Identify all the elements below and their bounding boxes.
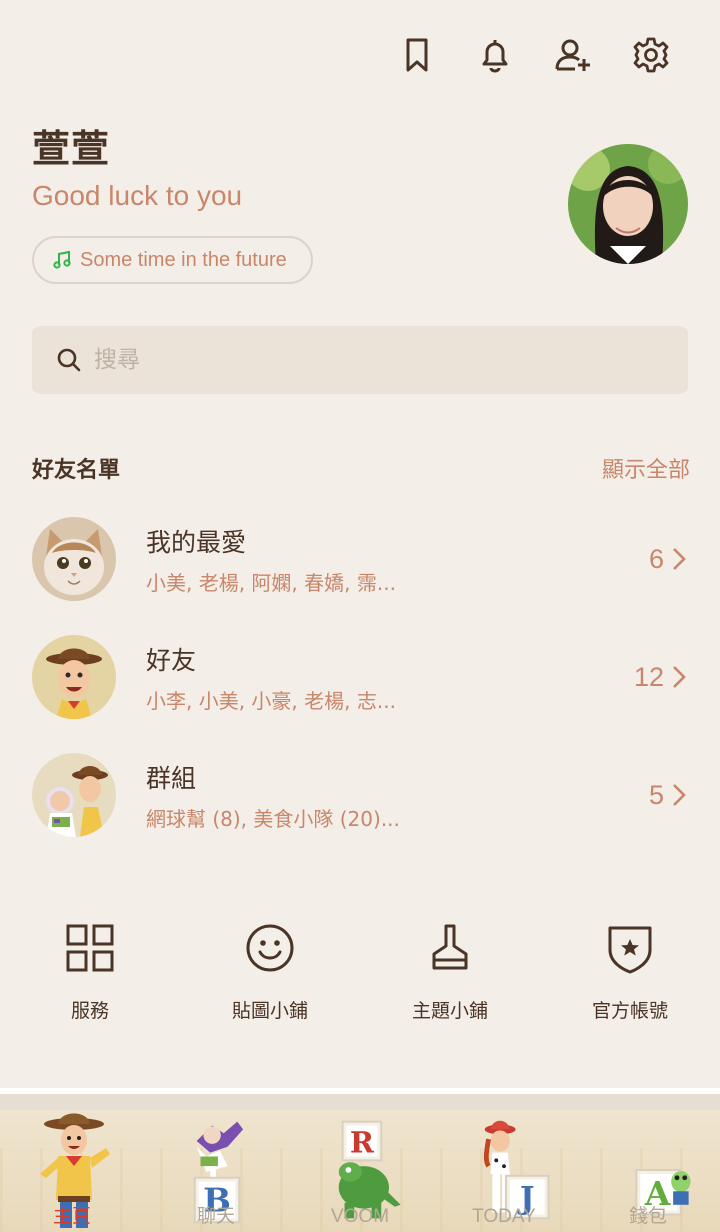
services-button[interactable]: 服務 bbox=[0, 920, 180, 1023]
tab-label: TODAY bbox=[472, 1206, 536, 1227]
service-label: 服務 bbox=[70, 1000, 109, 1022]
tab-voom[interactable]: R VOOM bbox=[288, 1112, 432, 1228]
list-item-friends[interactable]: 好友 小李, 小美, 小豪, 老楊, 志... 12 bbox=[0, 618, 720, 736]
grid-icon bbox=[66, 924, 114, 972]
bookmark-icon[interactable] bbox=[378, 30, 456, 80]
tab-chats[interactable]: B 聊天 bbox=[144, 1112, 288, 1228]
bell-icon[interactable] bbox=[456, 30, 534, 80]
list-item-count: 6 bbox=[649, 544, 688, 575]
svg-text:R: R bbox=[350, 1126, 375, 1160]
brush-icon bbox=[432, 924, 468, 970]
profile-music-button[interactable]: Some time in the future bbox=[32, 236, 313, 284]
count-value: 5 bbox=[648, 779, 664, 810]
official-accounts-button[interactable]: 官方帳號 bbox=[540, 920, 720, 1023]
count-value: 6 bbox=[648, 543, 664, 574]
chevron-right-icon bbox=[673, 548, 686, 570]
theme-shop-button[interactable]: 主題小鋪 bbox=[360, 920, 540, 1023]
chevron-right-icon bbox=[673, 784, 686, 806]
music-note-icon bbox=[53, 250, 71, 269]
profile-avatar[interactable] bbox=[568, 144, 688, 264]
tab-wallet[interactable]: A 錢包 bbox=[576, 1112, 720, 1228]
friends-thumbnail bbox=[32, 635, 116, 719]
service-label: 主題小鋪 bbox=[411, 1000, 488, 1022]
list-item-members: 小美, 老楊, 阿嫻, 春嬌, 霈... bbox=[146, 570, 396, 595]
list-item-name: 群組 bbox=[146, 763, 197, 793]
friend-list: 我的最愛 小美, 老楊, 阿嫻, 春嬌, 霈... 6 好友 小李, 小美, 小… bbox=[0, 500, 720, 854]
count-value: 12 bbox=[633, 661, 664, 692]
friends-section-header: 好友名單 顯示全部 bbox=[32, 452, 690, 484]
list-item-groups[interactable]: 群組 網球幫 (8), 美食小隊 (20)... 5 bbox=[0, 736, 720, 854]
service-label: 貼圖小鋪 bbox=[231, 1000, 308, 1022]
list-item-name: 我的最愛 bbox=[146, 527, 247, 557]
list-item-count: 5 bbox=[649, 780, 688, 811]
tab-label: 主頁 bbox=[52, 1206, 91, 1227]
services-row: 服務 貼圖小鋪 主題小鋪 官方帳號 bbox=[0, 920, 720, 1023]
list-item-favorites[interactable]: 我的最愛 小美, 老楊, 阿嫻, 春嬌, 霈... 6 bbox=[0, 500, 720, 618]
shield-star-icon bbox=[608, 926, 652, 974]
status-message[interactable]: Good luck to you bbox=[32, 180, 242, 212]
search-bar[interactable] bbox=[32, 326, 688, 394]
sticker-shop-button[interactable]: 貼圖小鋪 bbox=[180, 920, 360, 1023]
tab-home[interactable]: 主頁 bbox=[0, 1108, 144, 1228]
section-title: 好友名單 bbox=[32, 458, 121, 483]
tab-label: VOOM bbox=[330, 1206, 390, 1227]
top-toolbar bbox=[378, 30, 690, 80]
list-item-count: 12 bbox=[634, 662, 688, 693]
favorites-thumbnail bbox=[32, 517, 116, 601]
gear-icon[interactable] bbox=[612, 30, 690, 80]
groups-thumbnail bbox=[32, 753, 116, 837]
bottom-navigation: 主頁 B 聊天 R VOOM J TODAY A 錢包 bbox=[0, 1088, 720, 1232]
music-title: Some time in the future bbox=[80, 248, 287, 271]
smiley-icon bbox=[246, 924, 294, 972]
list-item-members: 小李, 小美, 小豪, 老楊, 志... bbox=[146, 688, 396, 713]
add-friend-icon[interactable] bbox=[534, 30, 612, 80]
list-item-name: 好友 bbox=[146, 645, 197, 675]
tab-label: 錢包 bbox=[628, 1206, 667, 1227]
search-icon bbox=[57, 348, 81, 372]
service-label: 官方帳號 bbox=[591, 1000, 668, 1022]
show-all-link[interactable]: 顯示全部 bbox=[602, 452, 690, 484]
search-input[interactable] bbox=[94, 347, 654, 373]
tab-today[interactable]: J TODAY bbox=[432, 1112, 576, 1228]
profile-name[interactable]: 萱萱 bbox=[32, 118, 110, 173]
chevron-right-icon bbox=[673, 666, 686, 688]
tab-label: 聊天 bbox=[196, 1206, 235, 1227]
list-item-members: 網球幫 (8), 美食小隊 (20)... bbox=[146, 806, 400, 831]
